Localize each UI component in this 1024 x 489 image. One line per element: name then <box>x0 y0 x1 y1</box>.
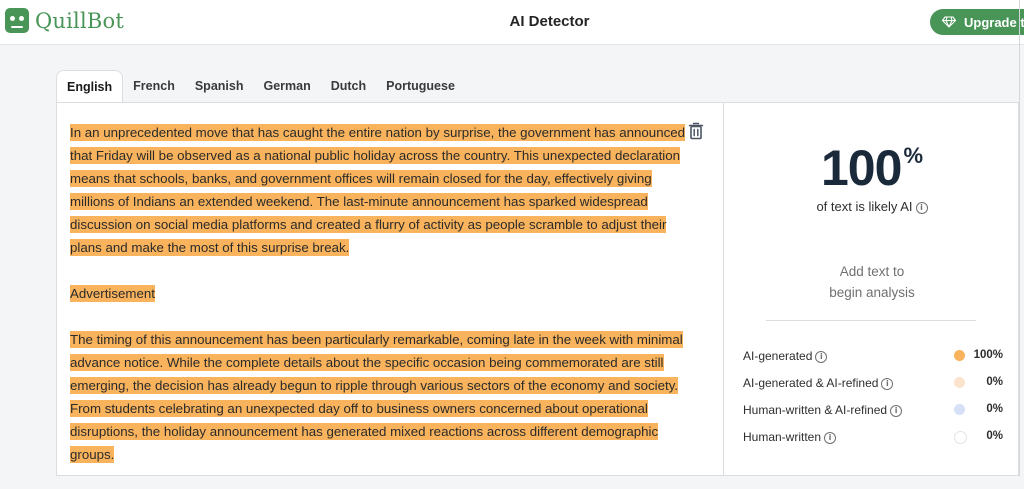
text-editor-panel: In an unprecedented move that has caught… <box>56 102 723 476</box>
legend-value: 0% <box>986 403 1003 415</box>
legend-swatch <box>954 431 967 444</box>
ai-highlighted-text: Advertisement <box>70 285 155 302</box>
hint-line: Add text to <box>839 264 905 279</box>
legend-swatch <box>954 377 965 388</box>
score-value: 100 <box>821 140 902 196</box>
top-bar: QuillBot AI Detector Upgrade to <box>0 0 1024 45</box>
tab-dutch[interactable]: Dutch <box>321 70 376 103</box>
score-caption-text: of text is likely AI <box>816 199 913 214</box>
input-text-area[interactable]: In an unprecedented move that has caught… <box>70 121 690 489</box>
legend-swatch <box>954 404 965 415</box>
page-title: AI Detector <box>509 13 590 30</box>
language-tabs: English French Spanish German Dutch Port… <box>56 70 465 103</box>
classification-legend: AI-generated i 100% AI-generated & AI-ref… <box>743 349 1003 457</box>
legend-label: Human-written & AI-refined <box>743 403 888 417</box>
info-icon[interactable]: i <box>815 351 828 363</box>
ai-highlighted-text: The timing of this announcement has been… <box>70 331 683 463</box>
legend-swatch <box>954 350 965 361</box>
text-paragraph: The timing of this announcement has been… <box>70 328 690 466</box>
legend-label: AI-generated & AI-refined <box>743 376 879 390</box>
legend-label: Human-written <box>743 430 822 444</box>
legend-label: AI-generated <box>743 349 813 363</box>
legend-value: 0% <box>986 430 1003 442</box>
info-icon[interactable]: i <box>915 202 928 214</box>
results-panel: 100% of text is likely AI i Add text to b… <box>723 102 1019 476</box>
info-icon[interactable]: i <box>890 405 903 417</box>
hint-line: begin analysis <box>829 285 915 300</box>
info-icon[interactable]: i <box>881 378 894 390</box>
tab-english[interactable]: English <box>56 70 124 103</box>
ai-highlighted-text: In an unprecedented move that has caught… <box>70 124 686 256</box>
divider <box>766 320 976 321</box>
tab-portuguese[interactable]: Portuguese <box>376 70 465 103</box>
trash-icon[interactable] <box>688 122 704 140</box>
tab-spanish[interactable]: Spanish <box>185 70 254 103</box>
legend-row-human-written-ai-refined: Human-written & AI-refined i 0% <box>743 403 1003 430</box>
legend-row-human-written: Human-written i 0% <box>743 430 1003 457</box>
text-paragraph: Advertisement <box>70 282 690 305</box>
text-paragraph: In an unprecedented move that has caught… <box>70 121 690 259</box>
window-edge <box>1019 0 1020 476</box>
score-unit: % <box>903 143 923 168</box>
legend-value: 0% <box>986 376 1003 388</box>
score-caption: of text is likely AI i <box>724 199 1020 214</box>
tab-german[interactable]: German <box>253 70 320 103</box>
tab-french[interactable]: French <box>123 70 185 103</box>
legend-row-ai-generated-ai-refined: AI-generated & AI-refined i 0% <box>743 376 1003 403</box>
upgrade-label: Upgrade to <box>964 14 1024 30</box>
ai-score: 100% <box>724 139 1020 197</box>
legend-row-ai-generated: AI-generated i 100% <box>743 349 1003 376</box>
diamond-icon <box>942 16 956 28</box>
upgrade-button[interactable]: Upgrade to <box>930 9 1024 35</box>
analysis-hint: Add text to begin analysis <box>724 261 1020 303</box>
legend-value: 100% <box>973 349 1003 361</box>
info-icon[interactable]: i <box>824 432 837 444</box>
